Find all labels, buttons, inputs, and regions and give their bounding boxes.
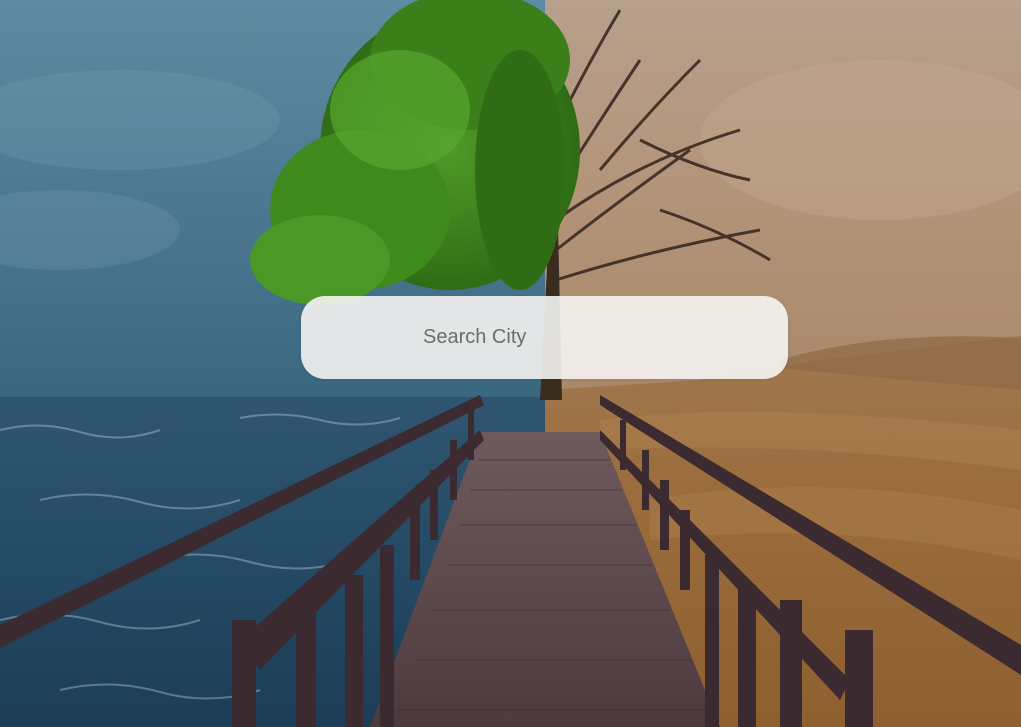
app-root <box>0 0 1021 727</box>
search-box <box>301 296 788 379</box>
search-input[interactable] <box>301 296 788 379</box>
